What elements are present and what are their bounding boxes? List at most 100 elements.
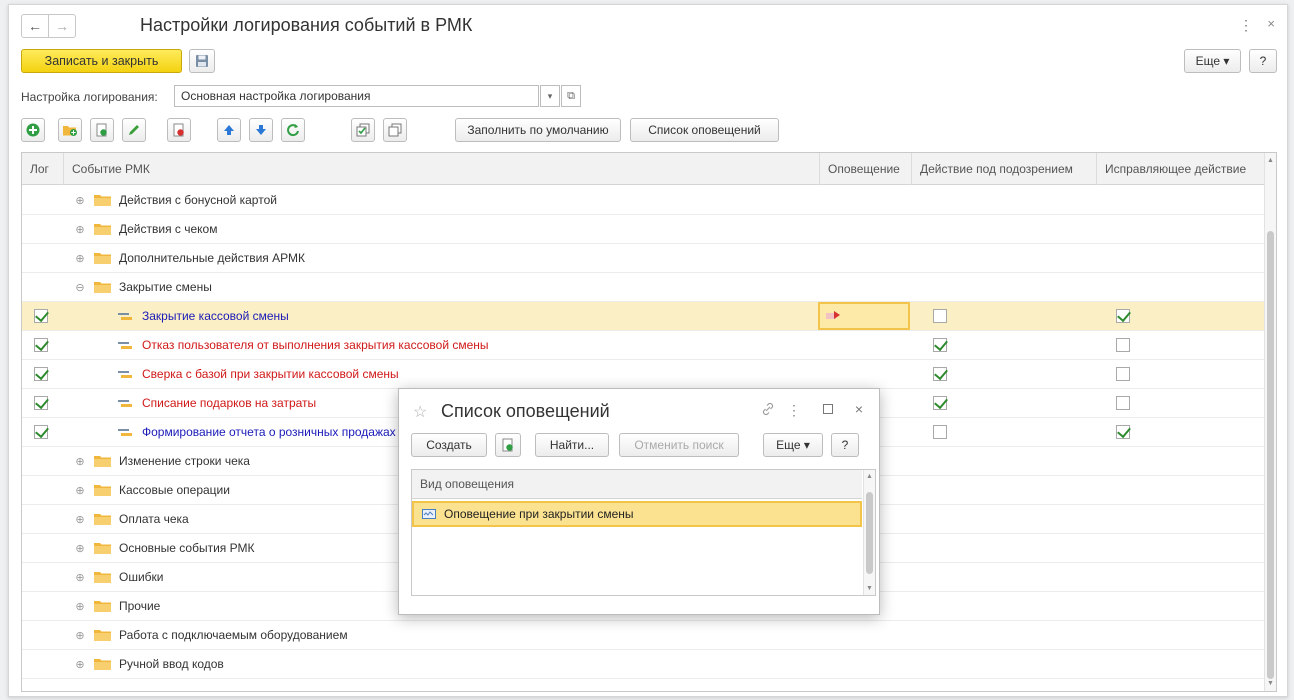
folder-icon <box>94 282 111 293</box>
corrective-checkbox[interactable] <box>1116 309 1130 323</box>
link-icon[interactable] <box>761 402 775 419</box>
find-button[interactable]: Найти... <box>535 433 609 457</box>
copy-icon <box>96 123 107 137</box>
column-suspicion-action[interactable]: Действие под подозрением <box>912 153 1097 185</box>
collapse-icon[interactable]: ⊖ <box>74 281 86 294</box>
page-title: Настройки логирования событий в РМК <box>140 15 473 35</box>
corrective-checkbox[interactable] <box>1116 396 1130 410</box>
suspicion-checkbox[interactable] <box>933 367 947 381</box>
star-icon[interactable]: ☆ <box>413 402 427 422</box>
group-name: Работа с подключаемым оборудованием <box>119 628 348 642</box>
cancel-search-button[interactable]: Отменить поиск <box>619 433 739 457</box>
edit-button[interactable] <box>122 118 146 142</box>
expand-icon[interactable]: ⊕ <box>74 194 86 207</box>
arrow-left-icon: ← <box>28 18 42 34</box>
column-event[interactable]: Событие РМК <box>64 153 820 185</box>
vertical-scrollbar[interactable]: ▲ ▼ <box>1264 153 1276 691</box>
table-row-selected[interactable]: Закрытие кассовой смены <box>22 302 1264 331</box>
expand-icon[interactable]: ⊕ <box>74 484 86 497</box>
table-row[interactable]: ⊕ Дополнительные действия АРМК <box>22 244 1264 273</box>
table-row[interactable]: ⊕ Действия с бонусной картой <box>22 186 1264 215</box>
delete-button[interactable] <box>167 118 191 142</box>
expand-icon[interactable]: ⊕ <box>74 455 86 468</box>
event-name: Сверка с базой при закрытии кассовой сме… <box>142 367 399 381</box>
move-up-button[interactable] <box>217 118 241 142</box>
table-row[interactable]: ⊕ Ручной ввод кодов <box>22 650 1264 679</box>
event-item-icon <box>118 400 132 407</box>
expand-icon[interactable]: ⊕ <box>74 542 86 555</box>
event-item-icon <box>118 342 132 349</box>
expand-icon[interactable]: ⊕ <box>74 658 86 671</box>
vertical-scrollbar[interactable]: ▲ ▼ <box>863 470 875 595</box>
suspicion-checkbox[interactable] <box>933 338 947 352</box>
column-notification-type[interactable]: Вид оповещения <box>412 470 862 499</box>
suspicion-checkbox[interactable] <box>933 396 947 410</box>
column-notification[interactable]: Оповещение <box>820 153 912 185</box>
scroll-up-icon[interactable]: ▲ <box>1267 157 1274 164</box>
save-button[interactable] <box>189 49 215 73</box>
suspicion-checkbox[interactable] <box>933 309 947 323</box>
log-checkbox[interactable] <box>34 425 48 439</box>
expand-icon[interactable]: ⊕ <box>74 571 86 584</box>
help-button[interactable]: ? <box>1249 49 1277 73</box>
group-name: Кассовые операции <box>119 483 230 497</box>
select-all-button[interactable] <box>351 118 375 142</box>
open-link-icon[interactable]: ⧉ <box>561 85 581 107</box>
log-checkbox[interactable] <box>34 396 48 410</box>
more-button[interactable]: Еще ▾ <box>763 433 823 457</box>
more-vertical-icon[interactable]: ⋮ <box>787 402 801 419</box>
fill-default-button[interactable]: Заполнить по умолчанию <box>455 118 621 142</box>
log-checkbox[interactable] <box>34 338 48 352</box>
event-name: Формирование отчета о розничных продажах <box>142 425 396 439</box>
floppy-disk-icon <box>196 55 208 67</box>
notification-icon <box>422 509 436 519</box>
corrective-checkbox[interactable] <box>1116 338 1130 352</box>
logging-setting-label: Настройка логирования: <box>21 90 158 104</box>
scroll-down-icon[interactable]: ▼ <box>866 585 873 592</box>
scroll-up-icon[interactable]: ▲ <box>866 473 873 480</box>
close-icon[interactable]: × <box>1267 16 1275 31</box>
log-checkbox[interactable] <box>34 309 48 323</box>
log-checkbox[interactable] <box>34 367 48 381</box>
suspicion-checkbox[interactable] <box>933 425 947 439</box>
add-folder-icon <box>63 126 77 136</box>
table-row[interactable]: ⊕ Работа с подключаемым оборудованием <box>22 621 1264 650</box>
column-log[interactable]: Лог <box>22 153 64 185</box>
more-button[interactable]: Еще ▾ <box>1184 49 1241 73</box>
logging-setting-field[interactable]: Основная настройка логирования <box>174 85 539 107</box>
maximize-icon[interactable] <box>823 404 833 414</box>
corrective-checkbox[interactable] <box>1116 367 1130 381</box>
scrollbar-thumb[interactable] <box>866 492 873 574</box>
copy-button[interactable] <box>90 118 114 142</box>
help-button[interactable]: ? <box>831 433 859 457</box>
table-row[interactable]: Сверка с базой при закрытии кассовой сме… <box>22 360 1264 389</box>
expand-icon[interactable]: ⊕ <box>74 252 86 265</box>
move-down-button[interactable] <box>249 118 273 142</box>
table-row[interactable]: ⊕ Действия с чеком <box>22 215 1264 244</box>
back-button[interactable]: ← <box>21 14 49 38</box>
table-row[interactable]: ⊖ Закрытие смены <box>22 273 1264 302</box>
expand-icon[interactable]: ⊕ <box>74 600 86 613</box>
deselect-all-button[interactable] <box>383 118 407 142</box>
expand-icon[interactable]: ⊕ <box>74 513 86 526</box>
list-item[interactable]: Оповещение при закрытии смены <box>412 501 862 527</box>
add-folder-button[interactable] <box>58 118 82 142</box>
create-button[interactable]: Создать <box>411 433 487 457</box>
expand-icon[interactable]: ⊕ <box>74 223 86 236</box>
chevron-down-icon[interactable]: ▾ <box>540 85 560 107</box>
write-and-close-button[interactable]: Записать и закрыть <box>21 49 182 73</box>
scrollbar-thumb[interactable] <box>1267 231 1274 679</box>
forward-button[interactable]: → <box>48 14 76 38</box>
copy-button[interactable] <box>495 433 521 457</box>
column-corrective-action[interactable]: Исправляющее действие <box>1097 153 1264 185</box>
notification-list-button[interactable]: Список оповещений <box>630 118 779 142</box>
add-button[interactable] <box>21 118 45 142</box>
more-vertical-icon[interactable]: ⋮ <box>1239 17 1253 34</box>
notification-cell[interactable] <box>818 302 910 330</box>
corrective-checkbox[interactable] <box>1116 425 1130 439</box>
close-icon[interactable]: × <box>855 401 863 417</box>
expand-icon[interactable]: ⊕ <box>74 629 86 642</box>
refresh-button[interactable] <box>281 118 305 142</box>
table-row[interactable]: Отказ пользователя от выполнения закрыти… <box>22 331 1264 360</box>
scroll-down-icon[interactable]: ▼ <box>1267 680 1274 687</box>
